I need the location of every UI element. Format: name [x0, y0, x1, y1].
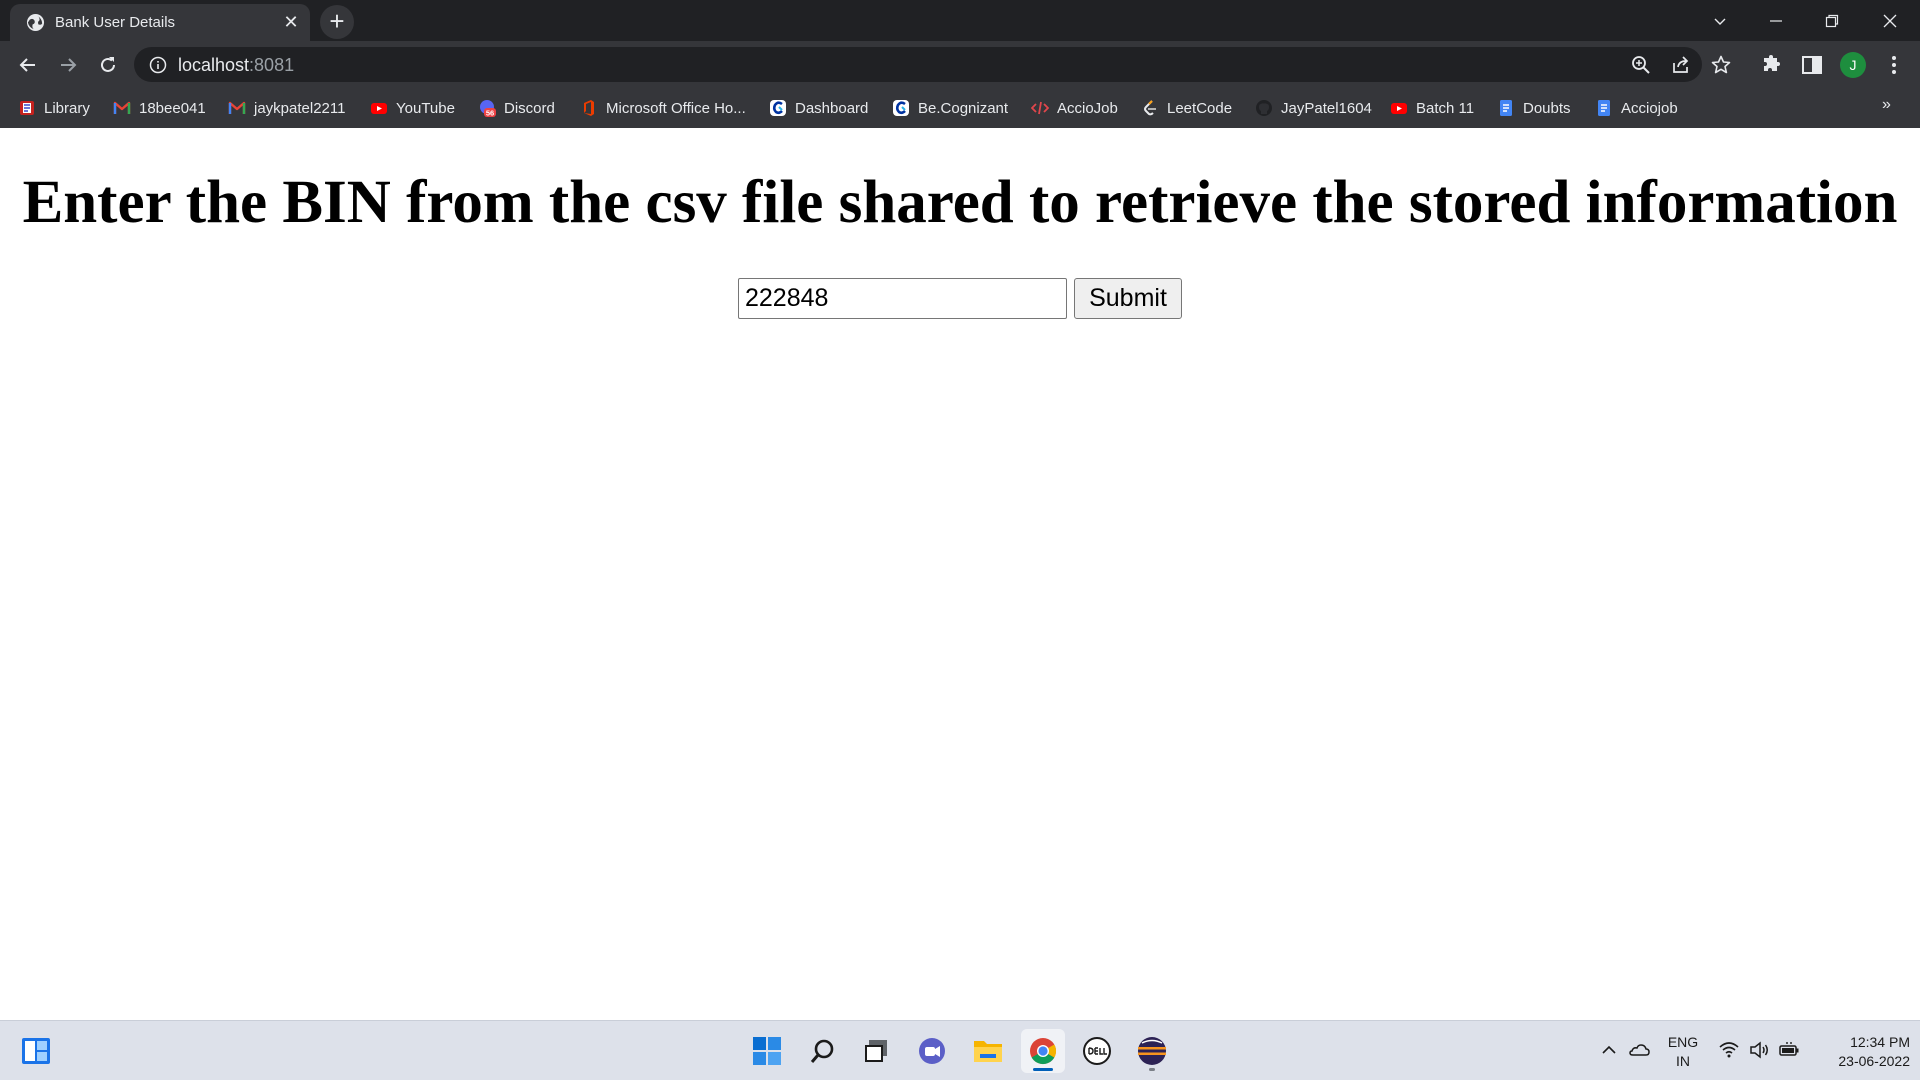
bookmark-gmail-1[interactable]: 18bee041	[113, 96, 206, 120]
bookmark-dashboard[interactable]: Dashboard	[769, 96, 868, 120]
bookmark-label: Dashboard	[795, 99, 869, 117]
clock-date: 23-06-2022	[1838, 1053, 1910, 1069]
bookmark-github[interactable]: JayPatel1604	[1255, 96, 1372, 120]
github-icon	[1256, 100, 1272, 116]
bookmark-acciojob[interactable]: AccioJob	[1031, 96, 1118, 120]
bookmark-star-icon[interactable]	[1710, 54, 1732, 76]
bookmark-label: 18bee041	[139, 99, 206, 117]
docs-icon	[1500, 100, 1512, 116]
bookmark-label: YouTube	[396, 99, 455, 117]
url-text[interactable]: localhost:8081	[178, 55, 294, 76]
menu-kebab-icon[interactable]	[1882, 53, 1906, 77]
globe-icon	[26, 13, 45, 32]
bookmark-label: Acciojob	[1621, 99, 1678, 117]
search-icon[interactable]	[801, 1029, 845, 1073]
bookmarks-bar: Library 18bee041 jaykpatel2211 YouTube 5…	[0, 88, 1920, 128]
bookmark-label: Microsoft Office Ho...	[606, 99, 746, 117]
language-code: ENG	[1667, 1034, 1699, 1050]
discord-badge: 56	[486, 109, 494, 118]
bookmark-label: Be.Cognizant	[918, 99, 1009, 117]
volume-icon[interactable]	[1748, 1039, 1770, 1061]
page-content: Enter the BIN from the csv file shared t…	[0, 128, 1920, 1020]
bookmark-label: JayPatel1604	[1281, 99, 1372, 117]
discord-icon: 56	[480, 100, 496, 118]
docs-icon	[1598, 100, 1610, 116]
site-info-icon[interactable]	[148, 55, 168, 75]
share-icon[interactable]	[1670, 54, 1692, 76]
bin-input[interactable]	[738, 278, 1067, 319]
chrome-icon[interactable]	[1021, 1029, 1065, 1073]
bookmark-label: Library	[44, 99, 90, 117]
language-region: IN	[1676, 1053, 1690, 1069]
widgets-icon[interactable]	[14, 1029, 58, 1073]
back-arrow-icon[interactable]	[12, 49, 44, 81]
bookmark-be-cognizant[interactable]: Be.Cognizant	[892, 96, 1008, 120]
system-clock[interactable]: 12:34 PM 23-06-2022	[1810, 1033, 1910, 1071]
side-panel-icon[interactable]	[1800, 53, 1824, 77]
bookmark-office[interactable]: Microsoft Office Ho...	[580, 96, 746, 120]
tab-active[interactable]: Bank User Details ✕	[10, 4, 310, 41]
bookmark-doubts[interactable]: Doubts	[1497, 96, 1571, 120]
reload-icon[interactable]	[92, 49, 124, 81]
gmail-icon	[113, 101, 131, 114]
active-app-indicator	[1033, 1068, 1053, 1071]
language-indicator[interactable]: ENG IN	[1665, 1033, 1701, 1071]
cognizant-icon	[893, 100, 909, 116]
bookmark-gmail-2[interactable]: jaykpatel2211	[228, 96, 345, 120]
close-tab-icon[interactable]: ✕	[282, 13, 300, 31]
file-explorer-icon[interactable]	[966, 1029, 1010, 1073]
bookmark-label: jaykpatel2211	[254, 99, 346, 117]
url-host: localhost	[178, 55, 250, 75]
bookmark-leetcode[interactable]: LeetCode	[1141, 96, 1232, 120]
profile-avatar[interactable]: J	[1840, 52, 1866, 78]
more-bookmarks-button[interactable]: »	[1882, 96, 1891, 114]
submit-button[interactable]: Submit	[1074, 278, 1182, 319]
bookmark-library[interactable]: Library	[18, 96, 90, 120]
youtube-icon	[371, 103, 387, 114]
close-window-icon[interactable]	[1862, 0, 1918, 41]
browser-toolbar: localhost:8081 J	[0, 41, 1920, 88]
wifi-icon[interactable]	[1718, 1039, 1740, 1061]
minimize-icon[interactable]	[1748, 0, 1804, 41]
leetcode-icon	[1144, 100, 1156, 116]
start-icon[interactable]	[745, 1029, 789, 1073]
clock-time: 12:34 PM	[1850, 1034, 1910, 1050]
bookmark-acciojob-doc[interactable]: Acciojob	[1595, 96, 1678, 120]
bookmark-batch-11[interactable]: Batch 11	[1390, 96, 1474, 120]
bookmark-label: Doubts	[1523, 99, 1571, 117]
running-app-indicator	[1149, 1068, 1155, 1071]
bookmark-youtube[interactable]: YouTube	[370, 96, 455, 120]
forward-arrow-icon[interactable]	[52, 49, 84, 81]
code-icon	[1031, 101, 1049, 115]
bookmark-discord[interactable]: 56 Discord	[478, 96, 555, 120]
url-port: :8081	[249, 55, 295, 75]
tab-title: Bank User Details	[55, 14, 176, 31]
office-icon	[584, 100, 594, 116]
teams-chat-icon[interactable]	[910, 1029, 954, 1073]
eclipse-icon[interactable]	[1130, 1029, 1174, 1073]
extensions-icon[interactable]	[1760, 53, 1784, 77]
bookmark-label: Batch 11	[1416, 99, 1475, 117]
tab-strip: Bank User Details ✕ +	[0, 0, 1920, 41]
zoom-icon[interactable]	[1630, 54, 1652, 76]
taskbar: ENG IN 12:34 PM 23-06-2022	[0, 1020, 1920, 1080]
gmail-icon	[228, 101, 246, 114]
address-bar[interactable]: localhost:8081	[134, 47, 1731, 82]
new-tab-button[interactable]: +	[320, 5, 354, 39]
dell-icon[interactable]	[1075, 1029, 1119, 1073]
bookmark-label: LeetCode	[1167, 99, 1233, 117]
onedrive-cloud-icon[interactable]	[1628, 1039, 1650, 1061]
bookmark-label: AccioJob	[1057, 99, 1118, 117]
bookmark-label: Discord	[504, 99, 555, 117]
library-icon	[20, 101, 34, 115]
cognizant-icon	[770, 100, 786, 116]
battery-icon[interactable]	[1778, 1039, 1800, 1061]
task-view-icon[interactable]	[854, 1029, 898, 1073]
restore-icon[interactable]	[1804, 0, 1860, 41]
tab-search-icon[interactable]	[1692, 0, 1748, 41]
youtube-icon	[1391, 103, 1407, 114]
page-heading: Enter the BIN from the csv file shared t…	[22, 169, 1898, 236]
chevron-up-icon[interactable]	[1598, 1039, 1620, 1061]
